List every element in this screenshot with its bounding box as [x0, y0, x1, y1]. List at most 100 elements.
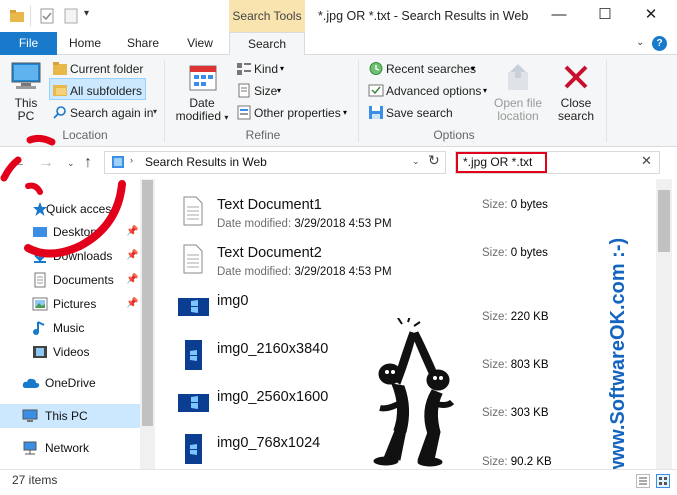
clear-search-icon[interactable]: ✕	[641, 153, 652, 169]
tiles-view-icon[interactable]	[656, 474, 670, 488]
expand-ribbon-icon[interactable]: ⌄	[636, 37, 644, 48]
qat-customize-icon[interactable]: ▾	[84, 8, 89, 19]
minimize-button[interactable]: —	[536, 0, 582, 32]
nav-label: This PC	[45, 409, 88, 423]
size-value: 0 bytes	[510, 247, 548, 259]
file-name: img0	[217, 293, 249, 309]
window-title: *.jpg OR *.txt - Search Results in Web	[318, 9, 529, 23]
file-date: Date modified: 3/29/2018 4:53 PM	[217, 218, 392, 230]
cheering-figures-illustration	[373, 318, 455, 467]
other-properties-button[interactable]: Other properties	[254, 106, 341, 120]
recent-searches-icon	[368, 61, 384, 76]
nav-item-pictures[interactable]: Pictures 📌	[0, 292, 140, 316]
file-list-scrollbar-thumb[interactable]	[658, 190, 670, 252]
help-icon[interactable]: ?	[652, 36, 667, 51]
size-key: Size:	[482, 359, 508, 371]
save-search-button[interactable]: Save search	[386, 106, 453, 120]
tab-search[interactable]: Search	[229, 32, 305, 56]
search-again-icon	[52, 105, 68, 120]
open-file-location-icon	[503, 62, 533, 94]
this-pc-icon[interactable]	[9, 60, 43, 94]
open-file-location-button[interactable]: Open file location	[488, 97, 548, 123]
red-annotation-marks	[0, 134, 126, 258]
watermark: www.SoftwareOK.com :-)	[607, 238, 629, 477]
nav-label: Documents	[53, 273, 114, 287]
refine-group-label: Refine	[245, 128, 281, 142]
close-button[interactable]: ✕	[628, 0, 674, 32]
tab-view[interactable]: View	[177, 32, 223, 55]
file-name: img0_768x1024	[217, 435, 321, 451]
advanced-options-button[interactable]: Advanced options	[386, 84, 481, 98]
new-folder-icon[interactable]	[63, 8, 79, 24]
search-query-text[interactable]: *.jpg OR *.txt	[463, 155, 532, 169]
file-size: Size: 0 bytes	[482, 247, 548, 259]
maximize-button[interactable]: ☐	[582, 0, 628, 32]
nav-item-network[interactable]: Network	[0, 436, 140, 460]
file-name: img0_2160x3840	[217, 341, 329, 357]
tab-file[interactable]: File	[0, 32, 57, 55]
current-folder-icon	[52, 61, 68, 76]
close-search-label-2: search	[557, 109, 595, 123]
items-count: 27 items	[12, 473, 58, 487]
options-group-label: Options	[433, 128, 475, 142]
recent-searches-button[interactable]: Recent searches	[386, 62, 476, 76]
refresh-icon[interactable]: ↻	[428, 152, 440, 169]
other-properties-icon	[236, 105, 252, 120]
date-modified-dropdown-icon: ▾	[224, 113, 229, 122]
tab-share[interactable]: Share	[120, 32, 166, 55]
watermark-text: www.SoftwareOK.com :-)	[607, 238, 629, 477]
nav-scrollbar-thumb[interactable]	[142, 180, 153, 426]
file-row[interactable]: Text Document2 Date modified: 3/29/2018 …	[175, 238, 655, 286]
properties-icon[interactable]	[39, 8, 55, 24]
size-value: 803 KB	[510, 359, 549, 371]
image-thumbnail-icon	[185, 340, 202, 370]
group-separator	[606, 60, 607, 142]
file-size: Size: 220 KB	[482, 311, 549, 323]
kind-dropdown-icon[interactable]: ▾	[280, 64, 284, 73]
file-row[interactable]: Text Document1 Date modified: 3/29/2018 …	[175, 190, 655, 238]
nav-item-this-pc[interactable]: This PC	[0, 404, 140, 428]
other-properties-dropdown-icon[interactable]: ▾	[343, 108, 347, 117]
kind-icon	[236, 61, 252, 76]
recent-searches-dropdown-icon[interactable]: ▾	[471, 64, 475, 73]
pictures-icon	[32, 296, 48, 312]
kind-button[interactable]: Kind	[254, 62, 278, 76]
status-bar	[0, 469, 677, 495]
nav-label: Videos	[53, 345, 90, 359]
file-name: Text Document2	[217, 245, 322, 261]
search-again-in-button[interactable]: Search again in	[70, 106, 153, 120]
breadcrumb[interactable]: Search Results in Web	[145, 155, 267, 169]
search-again-dropdown-icon[interactable]: ▾	[153, 107, 157, 116]
current-folder-button[interactable]: Current folder	[70, 62, 143, 76]
size-button[interactable]: Size	[254, 84, 277, 98]
nav-item-onedrive[interactable]: OneDrive	[0, 371, 140, 395]
close-search-icon[interactable]	[562, 63, 590, 91]
size-dropdown-icon[interactable]: ▾	[277, 86, 281, 95]
file-size: Size: 0 bytes	[482, 199, 548, 211]
documents-icon	[32, 272, 48, 288]
folder-icon[interactable]	[9, 8, 25, 24]
advanced-options-dropdown-icon[interactable]: ▾	[483, 86, 487, 95]
details-view-icon[interactable]	[636, 474, 650, 488]
size-value: 90.2 KB	[510, 456, 552, 468]
this-pc-button[interactable]: This PC	[8, 97, 44, 123]
size-icon	[236, 83, 252, 98]
calendar-icon[interactable]	[188, 63, 218, 93]
date-modified-label-2: modified	[175, 109, 221, 123]
nav-item-videos[interactable]: Videos	[0, 340, 140, 364]
qat-divider	[30, 6, 31, 26]
save-search-icon	[368, 105, 384, 120]
group-separator	[358, 60, 359, 142]
close-search-button[interactable]: Close search	[553, 97, 599, 123]
nav-item-music[interactable]: Music	[0, 316, 140, 340]
nav-label: OneDrive	[45, 376, 96, 390]
all-subfolders-button[interactable]: All subfolders	[70, 84, 142, 98]
address-dropdown-icon[interactable]: ⌄	[412, 156, 420, 167]
nav-label: Music	[53, 321, 85, 335]
tab-home[interactable]: Home	[62, 32, 108, 55]
search-tools-contextual-tab: Search Tools	[229, 0, 305, 32]
size-value: 0 bytes	[510, 199, 548, 211]
nav-item-documents[interactable]: Documents 📌	[0, 268, 140, 292]
date-modified-button[interactable]: Date modified ▾	[174, 97, 230, 124]
size-key: Size:	[482, 407, 508, 419]
